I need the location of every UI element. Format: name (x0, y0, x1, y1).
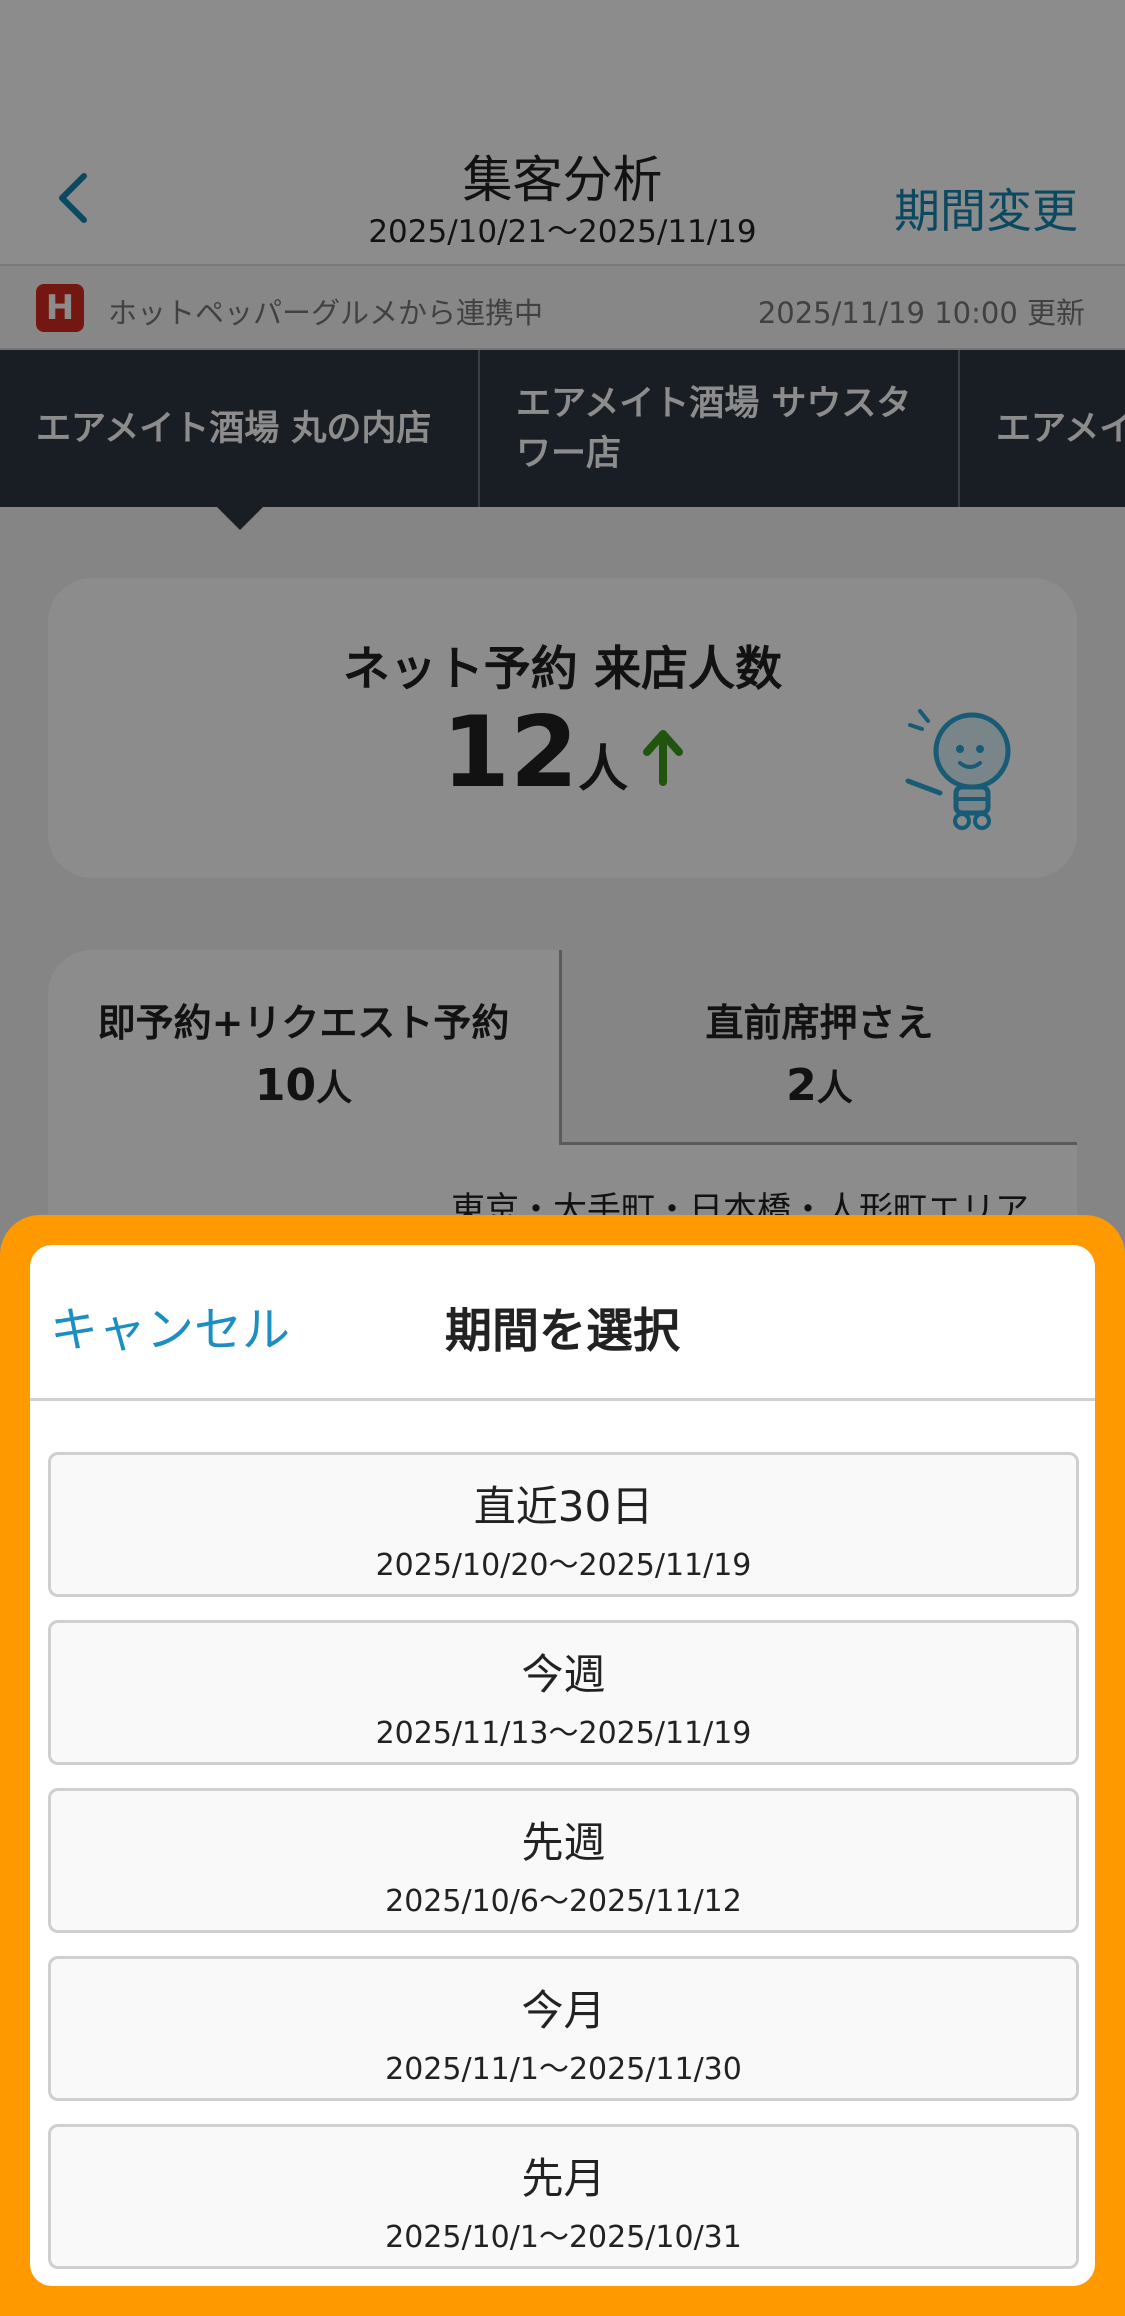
period-option-this-week[interactable]: 今週 2025/11/13〜2025/11/19 (48, 1620, 1079, 1765)
period-option-this-month[interactable]: 今月 2025/11/1〜2025/11/30 (48, 1956, 1079, 2101)
option-label: 先週 (521, 1818, 606, 1867)
period-select-sheet: キャンセル 期間を選択 直近30日 2025/10/20〜2025/11/19 … (30, 1245, 1095, 2286)
period-option-last-month[interactable]: 先月 2025/10/1〜2025/10/31 (48, 2124, 1079, 2269)
option-range: 2025/10/6〜2025/11/12 (385, 1884, 742, 1919)
option-label: 直近30日 (473, 1482, 654, 1531)
option-label: 今月 (521, 1986, 606, 2035)
sheet-title: 期間を選択 (445, 1304, 680, 1359)
option-label: 今週 (521, 1650, 606, 1699)
option-range: 2025/10/1〜2025/10/31 (385, 2220, 742, 2255)
option-range: 2025/10/20〜2025/11/19 (375, 1548, 752, 1583)
option-label: 先月 (521, 2154, 606, 2203)
option-range: 2025/11/1〜2025/11/30 (385, 2052, 742, 2087)
period-option-last-week[interactable]: 先週 2025/10/6〜2025/11/12 (48, 1788, 1079, 1933)
period-option-last-30-days[interactable]: 直近30日 2025/10/20〜2025/11/19 (48, 1452, 1079, 1597)
sheet-header: キャンセル 期間を選択 (30, 1245, 1095, 1401)
option-range: 2025/11/13〜2025/11/19 (375, 1716, 752, 1751)
